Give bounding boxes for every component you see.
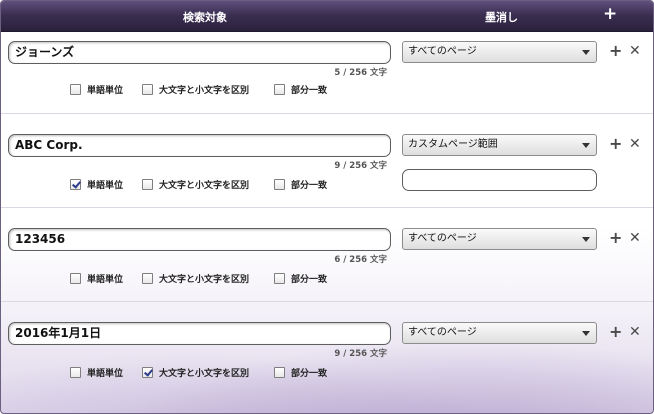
- partial-match-checkbox[interactable]: [274, 367, 285, 378]
- partial-match-option[interactable]: 部分一致: [274, 178, 327, 191]
- page-scope-value: すべてのページ: [408, 46, 477, 57]
- whole-word-label: 単語単位: [87, 181, 124, 191]
- match-case-option[interactable]: 大文字と小文字を区別: [142, 366, 249, 379]
- search-row: 2016年1月1日 9 / 256 文字 単語単位 大文字と小文字を区別 部分一…: [1, 302, 653, 396]
- match-case-label: 大文字と小文字を区別: [159, 86, 250, 96]
- plus-icon[interactable]: +: [609, 43, 622, 59]
- whole-word-option[interactable]: 単語単位: [70, 178, 123, 191]
- whole-word-option[interactable]: 単語単位: [70, 366, 123, 379]
- plus-icon[interactable]: +: [609, 136, 622, 152]
- partial-match-label: 部分一致: [291, 181, 328, 191]
- partial-match-option[interactable]: 部分一致: [274, 83, 327, 96]
- partial-match-checkbox[interactable]: [274, 179, 285, 190]
- chevron-down-icon: [582, 143, 590, 148]
- search-row: ジョーンズ 5 / 256 文字 単語単位 大文字と小文字を区別 部分一致 すべ…: [1, 32, 653, 126]
- plus-icon[interactable]: +: [609, 324, 622, 340]
- page-scope-value: カスタムページ範囲: [408, 139, 498, 150]
- search-row: ABC Corp. 9 / 256 文字 単語単位 大文字と小文字を区別 部分一…: [1, 114, 653, 208]
- page-scope-select[interactable]: すべてのページ: [402, 322, 597, 344]
- search-term-input[interactable]: ジョーンズ: [8, 41, 391, 64]
- match-case-checkbox[interactable]: [142, 179, 153, 190]
- plus-icon[interactable]: +: [609, 230, 622, 246]
- page-range-input[interactable]: [402, 169, 597, 191]
- search-term-input[interactable]: ABC Corp.: [8, 134, 391, 157]
- match-case-label: 大文字と小文字を区別: [159, 181, 250, 191]
- whole-word-option[interactable]: 単語単位: [70, 272, 123, 285]
- partial-match-option[interactable]: 部分一致: [274, 366, 327, 379]
- search-target-header: 検索対象: [183, 11, 227, 24]
- page-scope-select[interactable]: すべてのページ: [402, 228, 597, 250]
- character-counter: 6 / 256 文字: [334, 255, 387, 265]
- match-case-option[interactable]: 大文字と小文字を区別: [142, 178, 249, 191]
- redact-header: 墨消し: [485, 11, 518, 24]
- chevron-down-icon: [582, 50, 590, 55]
- page-scope-select[interactable]: すべてのページ: [402, 41, 597, 63]
- match-case-label: 大文字と小文字を区別: [159, 369, 250, 379]
- close-icon[interactable]: ✕: [629, 136, 641, 152]
- character-counter: 9 / 256 文字: [334, 161, 387, 171]
- whole-word-label: 単語単位: [87, 275, 124, 285]
- character-counter: 9 / 256 文字: [334, 349, 387, 359]
- add-row-header-button[interactable]: +: [603, 4, 617, 24]
- partial-match-label: 部分一致: [291, 275, 328, 285]
- match-case-checkbox[interactable]: [142, 367, 153, 378]
- search-row: 123456 6 / 256 文字 単語単位 大文字と小文字を区別 部分一致 す…: [1, 208, 653, 302]
- close-icon[interactable]: ✕: [629, 230, 641, 246]
- match-case-checkbox[interactable]: [142, 273, 153, 284]
- whole-word-label: 単語単位: [87, 86, 124, 96]
- match-case-option[interactable]: 大文字と小文字を区別: [142, 83, 249, 96]
- character-counter: 5 / 256 文字: [334, 68, 387, 78]
- partial-match-checkbox[interactable]: [274, 273, 285, 284]
- whole-word-checkbox[interactable]: [70, 273, 81, 284]
- whole-word-checkbox[interactable]: [70, 179, 81, 190]
- whole-word-label: 単語単位: [87, 369, 124, 379]
- panel-header: 検索対象 墨消し +: [1, 1, 653, 32]
- page-scope-select[interactable]: カスタムページ範囲: [402, 134, 597, 156]
- match-case-checkbox[interactable]: [142, 84, 153, 95]
- redaction-search-panel: 検索対象 墨消し + ジョーンズ 5 / 256 文字 単語単位 大文字と小文字…: [0, 0, 654, 414]
- match-case-label: 大文字と小文字を区別: [159, 275, 250, 285]
- chevron-down-icon: [582, 237, 590, 242]
- search-term-input[interactable]: 123456: [8, 228, 391, 251]
- page-scope-value: すべてのページ: [408, 233, 477, 244]
- chevron-down-icon: [582, 331, 590, 336]
- partial-match-checkbox[interactable]: [274, 84, 285, 95]
- partial-match-label: 部分一致: [291, 369, 328, 379]
- whole-word-checkbox[interactable]: [70, 367, 81, 378]
- close-icon[interactable]: ✕: [629, 43, 641, 59]
- partial-match-label: 部分一致: [291, 86, 328, 96]
- whole-word-option[interactable]: 単語単位: [70, 83, 123, 96]
- page-scope-value: すべてのページ: [408, 327, 477, 338]
- partial-match-option[interactable]: 部分一致: [274, 272, 327, 285]
- search-term-input[interactable]: 2016年1月1日: [8, 322, 391, 345]
- match-case-option[interactable]: 大文字と小文字を区別: [142, 272, 249, 285]
- close-icon[interactable]: ✕: [629, 324, 641, 340]
- whole-word-checkbox[interactable]: [70, 84, 81, 95]
